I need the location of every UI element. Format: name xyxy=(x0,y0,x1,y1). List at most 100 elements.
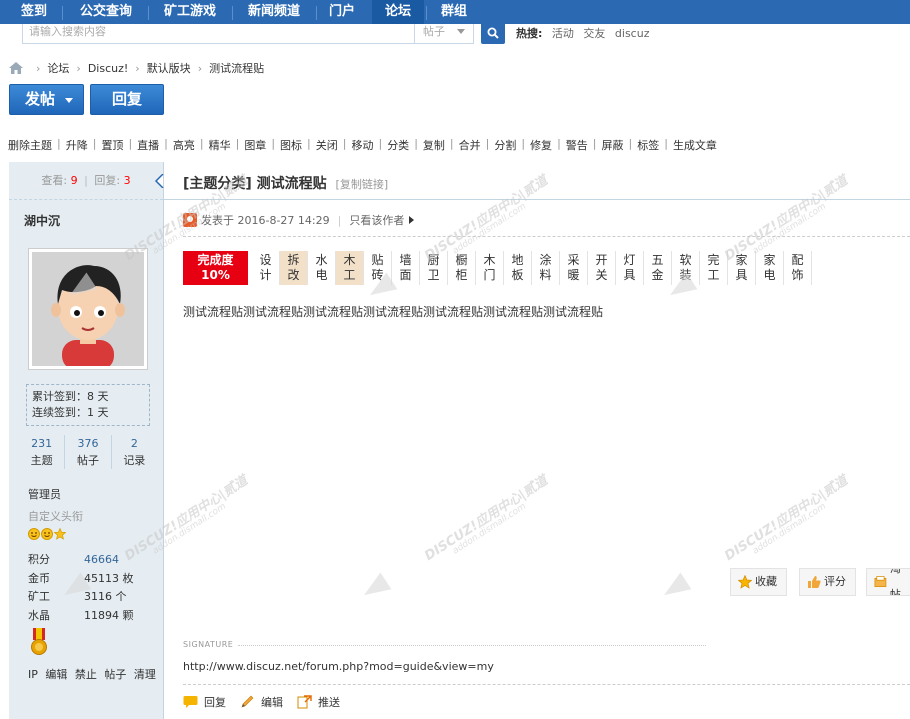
search-input[interactable]: 请输入搜索内容 xyxy=(22,24,415,44)
nav-item-miner-game[interactable]: 矿工游戏 xyxy=(150,0,230,24)
mod-stick[interactable]: 置顶 xyxy=(101,137,123,153)
mod-copy[interactable]: 复制 xyxy=(423,137,445,153)
nav-item-forum[interactable]: 论坛 xyxy=(372,0,424,24)
action-ban-user[interactable]: 禁止 xyxy=(75,668,97,681)
home-icon[interactable] xyxy=(9,62,23,74)
mod-repair[interactable]: 修复 xyxy=(530,137,552,153)
breadcrumb-forum[interactable]: 论坛 xyxy=(47,60,69,76)
mod-highlight[interactable]: 高亮 xyxy=(173,137,195,153)
breadcrumb-discuz[interactable]: Discuz! xyxy=(88,62,128,75)
mod-generate-article[interactable]: 生成文章 xyxy=(673,137,717,153)
mod-warn[interactable]: 警告 xyxy=(566,137,588,153)
mod-icon[interactable]: 图标 xyxy=(280,137,302,153)
sun-icon xyxy=(28,528,40,540)
user-stat-posts[interactable]: 376 帖子 xyxy=(64,435,110,469)
push-post-button[interactable]: 推送 xyxy=(297,694,340,710)
hot-search-item[interactable]: discuz xyxy=(615,27,650,40)
chevron-left-icon[interactable] xyxy=(154,174,164,188)
triangle-right-icon[interactable] xyxy=(409,216,415,224)
author-name[interactable]: 湖中沉 xyxy=(24,212,60,229)
rate-button[interactable]: 评分 xyxy=(799,568,856,596)
only-author-link[interactable]: 只看该作者 xyxy=(349,212,404,228)
edit-post-label: 编辑 xyxy=(261,696,283,709)
nav-item-portal[interactable]: 门户 xyxy=(318,0,366,24)
mod-merge[interactable]: 合并 xyxy=(459,137,481,153)
nav-item-groups[interactable]: 群组 xyxy=(428,0,480,24)
progress-step[interactable]: 木工 xyxy=(336,251,364,285)
mod-separator: | xyxy=(164,137,168,150)
mod-stamp[interactable]: 图章 xyxy=(244,137,266,153)
progress-step[interactable]: 拆改 xyxy=(280,251,308,285)
action-user-posts[interactable]: 帖子 xyxy=(104,668,126,681)
mod-separator: | xyxy=(485,137,490,150)
user-info-value[interactable]: 46664 xyxy=(84,551,119,570)
nav-item-news[interactable]: 新闻频道 xyxy=(234,0,314,24)
progress-step[interactable]: 配饰 xyxy=(784,251,812,285)
nav-divider xyxy=(62,6,63,20)
mod-ban[interactable]: 屏蔽 xyxy=(602,137,624,153)
progress-step[interactable]: 涂料 xyxy=(532,251,560,285)
progress-step[interactable]: 灯具 xyxy=(616,251,644,285)
user-stat-threads[interactable]: 231 主题 xyxy=(19,435,64,469)
progress-step[interactable]: 家电 xyxy=(756,251,784,285)
avatar[interactable] xyxy=(28,248,148,370)
progress-step[interactable]: 开关 xyxy=(588,251,616,285)
nav-item-signin[interactable]: 签到 xyxy=(10,0,58,24)
progress-step-char: 灯具 xyxy=(623,253,636,282)
action-edit-user[interactable]: 编辑 xyxy=(45,668,67,681)
progress-step[interactable]: 橱柜 xyxy=(448,251,476,285)
views-count: 9 xyxy=(70,174,78,187)
mod-tags[interactable]: 标签 xyxy=(637,137,659,153)
user-info-row: 矿工 3116 个 xyxy=(28,588,134,607)
progress-step[interactable]: 设计 xyxy=(252,251,280,285)
search-button[interactable] xyxy=(481,24,505,44)
progress-step[interactable]: 采暖 xyxy=(560,251,588,285)
signature-link[interactable]: http://www.discuz.net/forum.php?mod=guid… xyxy=(183,660,494,673)
progress-step-char: 拆改 xyxy=(287,253,300,282)
search-bar: 请输入搜索内容 帖子 热搜: 活动 交友 discuz xyxy=(0,24,910,48)
reply-button[interactable]: 回复 xyxy=(90,84,164,115)
mod-category[interactable]: 分类 xyxy=(387,137,409,153)
medal-icon[interactable] xyxy=(30,628,48,656)
new-post-button[interactable]: 发帖 xyxy=(9,84,84,115)
search-type-select[interactable]: 帖子 xyxy=(414,24,474,44)
mod-bump[interactable]: 升降 xyxy=(66,137,88,153)
progress-step[interactable]: 家具 xyxy=(728,251,756,285)
mod-delete-thread[interactable]: 删除主题 xyxy=(8,137,52,153)
breadcrumb: › 论坛 › Discuz! › 默认版块 › 测试流程贴 xyxy=(9,60,264,76)
progress-step[interactable]: 软装 xyxy=(672,251,700,285)
favorite-button[interactable]: 收藏 xyxy=(730,568,787,596)
user-group[interactable]: 管理员 xyxy=(28,486,61,502)
progress-step[interactable]: 贴砖 xyxy=(364,251,392,285)
progress-step[interactable]: 木门 xyxy=(476,251,504,285)
mod-split[interactable]: 分割 xyxy=(494,137,516,153)
progress-step[interactable]: 五金 xyxy=(644,251,672,285)
breadcrumb-thread[interactable]: 测试流程贴 xyxy=(209,60,264,76)
folder-icon xyxy=(874,576,887,587)
progress-step[interactable]: 厨卫 xyxy=(420,251,448,285)
edit-post-button[interactable]: 编辑 xyxy=(240,694,283,710)
mod-move[interactable]: 移动 xyxy=(351,137,373,153)
copy-link-button[interactable]: [复制链接] xyxy=(336,178,389,191)
watermark-domain: addon.dismall.com xyxy=(151,501,229,557)
mod-close[interactable]: 关闭 xyxy=(316,137,338,153)
taobao-button[interactable]: 淘帖 xyxy=(866,568,910,596)
hot-search-item[interactable]: 活动 xyxy=(552,27,574,40)
action-clean-user[interactable]: 清理 xyxy=(134,668,156,681)
progress-step[interactable]: 墙面 xyxy=(392,251,420,285)
mod-live[interactable]: 直播 xyxy=(137,137,159,153)
reply-post-label: 回复 xyxy=(204,696,226,709)
progress-step-char: 完工 xyxy=(707,253,720,282)
action-ip[interactable]: IP xyxy=(28,668,38,681)
nav-item-bus[interactable]: 公交查询 xyxy=(66,0,146,24)
user-stat-records[interactable]: 2 记录 xyxy=(110,435,157,469)
mod-digest[interactable]: 精华 xyxy=(209,137,231,153)
avatar-image xyxy=(32,252,144,366)
thread-stats: 查看: 9 | 回复: 3 xyxy=(9,162,164,200)
hot-search-item[interactable]: 交友 xyxy=(583,27,605,40)
progress-step[interactable]: 水电 xyxy=(308,251,336,285)
progress-step[interactable]: 地板 xyxy=(504,251,532,285)
progress-step[interactable]: 完工 xyxy=(700,251,728,285)
breadcrumb-board[interactable]: 默认版块 xyxy=(147,60,191,76)
reply-post-button[interactable]: 回复 xyxy=(183,694,226,710)
